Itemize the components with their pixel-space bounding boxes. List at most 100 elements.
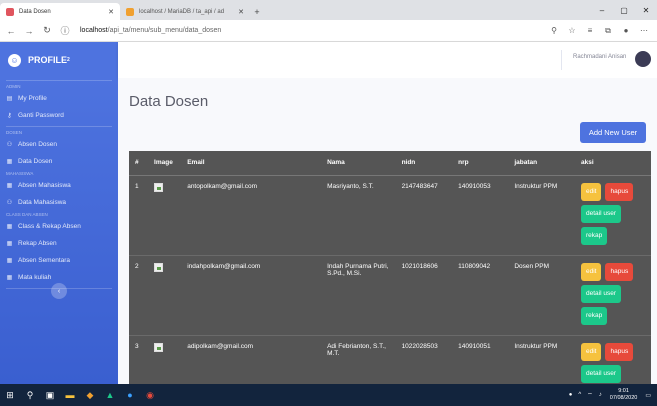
info-icon[interactable]: ⓘ — [58, 24, 72, 37]
rekap-button[interactable]: rekap — [581, 226, 608, 245]
sidebar-item-label: My Profile — [18, 95, 47, 102]
row-actions: edit hapus detail user rekap — [581, 182, 651, 245]
table-icon: ▦ — [6, 224, 13, 230]
url-field[interactable]: localhost/api_ta/menu/sub_menu/data_dose… — [80, 27, 545, 34]
broken-image-icon — [154, 342, 164, 352]
user-tray-icon[interactable]: ● — [569, 392, 573, 398]
hapus-button[interactable]: hapus — [605, 182, 634, 201]
clock-time: 9:01 — [618, 388, 629, 394]
table-row: 2 indahpolkam@gmail.com Indah Purnama Pu… — [129, 254, 651, 335]
profile-icon[interactable]: ● — [617, 26, 635, 36]
more-menu-icon[interactable]: ⋯ — [635, 26, 653, 36]
sidebar-item-rekap-absen[interactable]: ▦ Rekap Absen — [0, 235, 118, 252]
sidebar-item-label: Class & Rekap Absen — [18, 223, 81, 230]
detail-user-button[interactable]: detail user — [581, 204, 621, 223]
detail-user-button[interactable]: detail user — [581, 364, 621, 383]
task-view-icon[interactable]: ▣ — [40, 384, 60, 406]
table-header-row: # Image Email Nama nidn nrp jabatan aksi — [129, 151, 651, 176]
key-icon: ⚷ — [7, 113, 12, 119]
close-window-button[interactable]: ✕ — [635, 0, 657, 20]
table-icon: ▦ — [6, 159, 13, 165]
edit-button[interactable]: edit — [581, 342, 602, 361]
hapus-button[interactable]: hapus — [605, 342, 634, 361]
sidebar-toggle-button[interactable]: ‹ — [51, 283, 67, 299]
sidebar-item-data-mahasiswa[interactable]: ⚇ Data Mahasiswa — [0, 194, 118, 211]
sidebar-brand[interactable]: ☺ PROFILE 2 — [0, 42, 118, 78]
users-icon: ⚇ — [6, 200, 13, 206]
sidebar-item-ganti-password[interactable]: ⚷ Ganti Password — [0, 107, 118, 124]
sidebar-divider — [6, 126, 112, 127]
column-header-jabatan: jabatan — [508, 151, 575, 176]
collections-icon[interactable]: ⧉ — [599, 26, 617, 36]
sidebar-item-label: Data Dosen — [18, 158, 53, 165]
zoom-icon[interactable]: ⚲ — [545, 26, 563, 36]
cell-aksi: edit hapus detail user rekap — [575, 174, 651, 255]
window-controls: – ▢ ✕ — [591, 0, 657, 20]
network-icon[interactable]: ⌔ — [587, 391, 593, 399]
column-header-nrp: nrp — [452, 151, 509, 176]
sidebar-heading-admin: ADMIN — [6, 84, 21, 89]
sidebar-heading-mahasiswa: MAHASISWA — [6, 171, 34, 176]
maximize-button[interactable]: ▢ — [613, 0, 635, 20]
clock[interactable]: 9:01 07/08/2020 — [610, 388, 638, 402]
column-header-number: # — [129, 151, 149, 176]
app-icon[interactable]: ▲ — [100, 384, 120, 406]
detail-user-button[interactable]: detail user — [581, 284, 621, 303]
browser-tab-phpmyadmin[interactable]: localhost / MariaDB / ta_api / ad ✕ — [120, 3, 250, 20]
id-card-icon: ▤ — [6, 96, 13, 102]
windows-start-icon[interactable]: ⊞ — [0, 384, 20, 406]
column-header-aksi: aksi — [575, 151, 651, 176]
back-arrow-icon[interactable]: ← — [4, 26, 18, 36]
close-tab-icon[interactable]: ✕ — [238, 8, 244, 16]
edge-browser-icon[interactable]: ● — [120, 384, 140, 406]
edit-button[interactable]: edit — [581, 182, 602, 201]
users-icon: ⚇ — [6, 142, 13, 148]
favorite-star-icon[interactable]: ☆ — [563, 26, 581, 36]
volume-icon[interactable]: ♪ — [599, 392, 602, 398]
close-tab-icon[interactable]: ✕ — [108, 8, 114, 16]
column-header-email: Email — [181, 151, 322, 176]
edit-button[interactable]: edit — [581, 262, 602, 281]
new-tab-button[interactable]: + — [250, 3, 264, 20]
add-new-user-button[interactable]: Add New User — [580, 122, 646, 143]
cell-nidn: 2147483647 — [395, 174, 453, 255]
sidebar-item-absen-dosen[interactable]: ⚇ Absen Dosen — [0, 136, 118, 153]
row-actions: edit hapus detail user rekap — [581, 262, 651, 325]
clock-date: 07/08/2020 — [609, 395, 638, 401]
tab-label: Data Dosen — [19, 8, 51, 15]
browser-tab-data-dosen[interactable]: Data Dosen ✕ — [0, 3, 120, 20]
sidebar-item-class-rekap-absen[interactable]: ▦ Class & Rekap Absen — [0, 218, 118, 235]
cell-image — [148, 254, 182, 335]
search-icon[interactable]: ⚲ — [20, 384, 40, 406]
sidebar: ☺ PROFILE 2 ADMIN ▤ My Profile ⚷ Ganti Pass… — [0, 42, 118, 384]
topbar: Rachmadani Anisan — [118, 42, 657, 78]
favorites-bar-icon[interactable]: ≡ — [581, 26, 599, 36]
sidebar-item-data-dosen[interactable]: ▦ Data Dosen — [0, 153, 118, 170]
sidebar-item-my-profile[interactable]: ▤ My Profile — [0, 90, 118, 107]
minimize-button[interactable]: – — [591, 0, 613, 20]
hapus-button[interactable]: hapus — [605, 262, 634, 281]
column-header-nama: Nama — [321, 151, 396, 176]
app-icon[interactable]: ◆ — [80, 384, 100, 406]
url-path: /api_ta/menu/sub_menu/data_dosen — [107, 27, 222, 34]
address-bar: ← → ↻ ⓘ localhost/api_ta/menu/sub_menu/d… — [0, 20, 657, 42]
sidebar-item-label: Absen Mahasiswa — [18, 182, 71, 189]
reload-icon[interactable]: ↻ — [40, 25, 54, 36]
chrome-browser-icon[interactable]: ◉ — [140, 384, 160, 406]
avatar[interactable] — [635, 51, 651, 67]
notifications-icon[interactable]: ▭ — [645, 392, 651, 399]
broken-image-icon — [154, 262, 164, 272]
table-row: 1 antopolkam@gmail.com Masriyanto, S.T. … — [129, 174, 651, 255]
rekap-button[interactable]: rekap — [581, 306, 608, 325]
file-explorer-icon[interactable]: ▬ — [60, 384, 80, 406]
forward-arrow-icon[interactable]: → — [22, 26, 36, 36]
tray-overflow-icon[interactable]: ^ — [578, 392, 581, 398]
sidebar-item-absen-mahasiswa[interactable]: ▦ Absen Mahasiswa — [0, 177, 118, 194]
sidebar-heading-dosen: DOSEN — [6, 130, 23, 135]
brand-superscript: 2 — [67, 57, 70, 63]
cell-nama: Indah Purnama Putri, S.Pd., M.Si. — [321, 254, 396, 335]
sidebar-item-absen-sementara[interactable]: ▦ Absen Sementara — [0, 252, 118, 269]
sidebar-item-label: Rekap Absen — [18, 240, 57, 247]
row-actions: edit hapus detail user — [581, 342, 651, 383]
user-name[interactable]: Rachmadani Anisan — [573, 54, 626, 60]
